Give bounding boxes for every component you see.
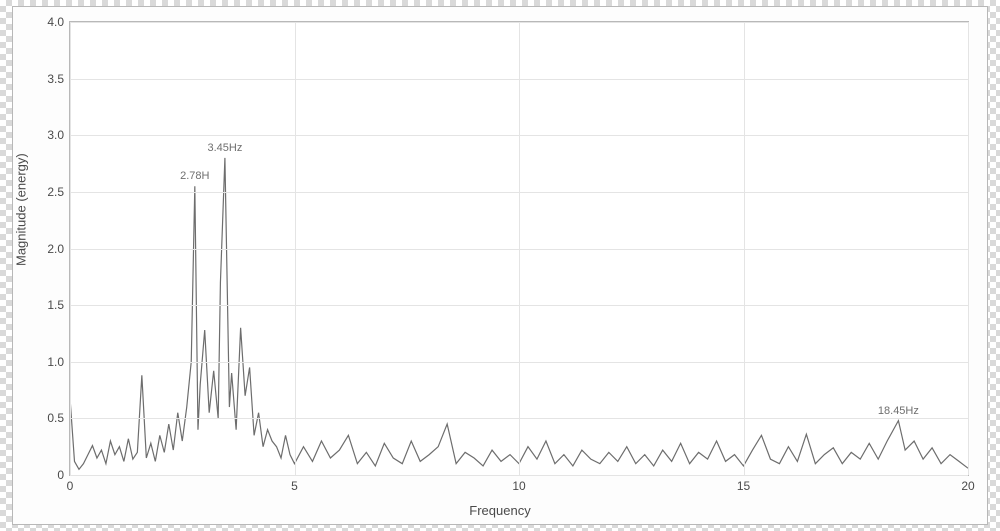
chart-panel: Magnitude (energy) Frequency 0510152000.… bbox=[12, 6, 988, 525]
grid-line-h bbox=[70, 249, 968, 250]
peak-annotation: 18.45Hz bbox=[878, 405, 919, 417]
y-tick-label: 4.0 bbox=[47, 15, 64, 29]
peak-annotation: 3.45Hz bbox=[207, 142, 242, 154]
x-axis-label: Frequency bbox=[469, 503, 530, 518]
checker-background: Magnitude (energy) Frequency 0510152000.… bbox=[0, 0, 1000, 531]
grid-line-h bbox=[70, 418, 968, 419]
y-tick-label: 0.5 bbox=[47, 411, 64, 425]
grid-line-h bbox=[70, 22, 968, 23]
x-tick-label: 20 bbox=[961, 479, 974, 493]
x-tick-label: 10 bbox=[512, 479, 525, 493]
y-tick-label: 0 bbox=[57, 468, 64, 482]
y-tick-label: 3.5 bbox=[47, 72, 64, 86]
y-tick-label: 1.5 bbox=[47, 298, 64, 312]
y-tick-label: 3.0 bbox=[47, 128, 64, 142]
x-tick-label: 5 bbox=[291, 479, 298, 493]
x-tick-label: 15 bbox=[737, 479, 750, 493]
plot-area: 0510152000.51.01.52.02.53.03.54.02.78H3.… bbox=[69, 21, 969, 476]
y-tick-label: 2.5 bbox=[47, 185, 64, 199]
grid-line-h bbox=[70, 79, 968, 80]
grid-line-h bbox=[70, 192, 968, 193]
y-tick-label: 2.0 bbox=[47, 242, 64, 256]
grid-line-v bbox=[968, 22, 969, 475]
y-axis-label: Magnitude (energy) bbox=[14, 153, 29, 266]
y-tick-label: 1.0 bbox=[47, 355, 64, 369]
grid-line-h bbox=[70, 135, 968, 136]
x-tick-label: 0 bbox=[67, 479, 74, 493]
grid-line-h bbox=[70, 475, 968, 476]
grid-line-h bbox=[70, 305, 968, 306]
grid-line-h bbox=[70, 362, 968, 363]
peak-annotation: 2.78H bbox=[180, 170, 209, 182]
